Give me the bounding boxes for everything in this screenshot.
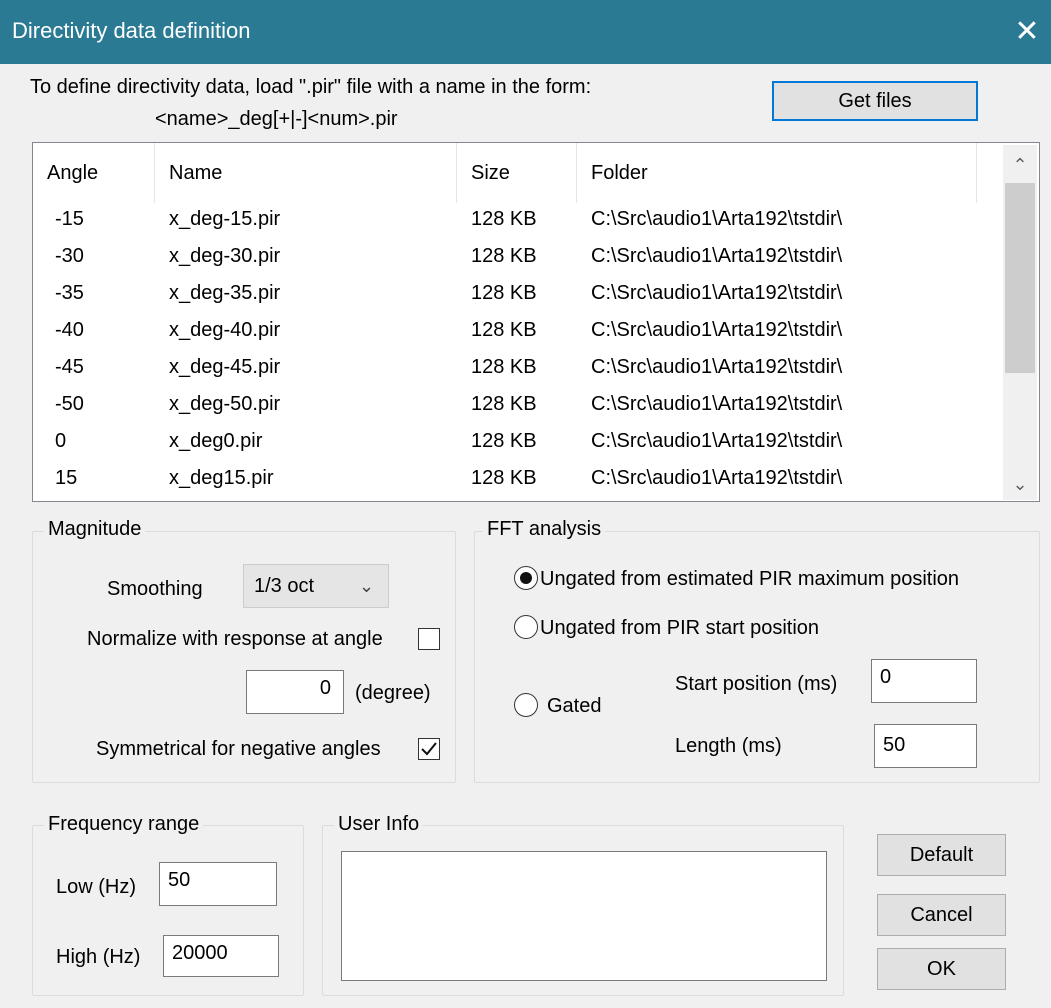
- chevron-down-icon: ⌄: [359, 576, 375, 596]
- cell-size: 128 KB: [471, 393, 537, 415]
- smoothing-label: Smoothing: [107, 578, 203, 600]
- cell-size: 128 KB: [471, 282, 537, 304]
- instructions-line2: <name>_deg[+|-]<num>.pir: [155, 108, 398, 130]
- radio-dot: [520, 572, 532, 584]
- start-position-input[interactable]: 0: [871, 659, 977, 703]
- cell-angle: -30: [55, 245, 84, 267]
- table-row[interactable]: -35 x_deg-35.pir 128 KB C:\Src\audio1\Arta1…: [33, 277, 1003, 310]
- cell-name: x_deg30.pir: [169, 499, 274, 501]
- cell-size: 128 KB: [471, 356, 537, 378]
- normalize-checkbox[interactable]: [418, 628, 440, 650]
- high-hz-label: High (Hz): [56, 946, 141, 968]
- cell-angle: -15: [55, 208, 84, 230]
- radio-ungated-start[interactable]: [514, 615, 538, 639]
- cell-angle: -40: [55, 319, 84, 341]
- column-header-name[interactable]: Name: [155, 143, 457, 203]
- symmetrical-label: Symmetrical for negative angles: [96, 738, 381, 760]
- smoothing-select[interactable]: 1/3 oct ⌄: [243, 564, 389, 608]
- cell-folder: C:\Src\audio1\Arta192\tstdir\: [591, 319, 843, 341]
- cell-name: x_deg-15.pir: [169, 208, 281, 230]
- cell-folder: C:\Src\audio1\Arta192\tstdir\: [591, 356, 843, 378]
- symmetrical-checkbox[interactable]: [418, 738, 440, 760]
- length-input[interactable]: 50: [874, 724, 977, 768]
- checkmark-icon: [421, 742, 437, 756]
- cell-name: x_deg0.pir: [169, 430, 263, 452]
- window-title: Directivity data definition: [12, 18, 251, 43]
- cell-folder: C:\Src\audio1\Arta192\tstdir\: [591, 499, 842, 501]
- radio-gated[interactable]: [514, 693, 538, 717]
- table-row[interactable]: 15 x_deg15.pir 128 KB C:\Src\audio1\Arta192…: [33, 462, 1003, 495]
- degree-label: (degree): [355, 682, 431, 704]
- normalize-label: Normalize with response at angle: [87, 628, 383, 650]
- column-header-size[interactable]: Size: [457, 143, 577, 203]
- user-info-textarea[interactable]: [341, 851, 827, 981]
- cell-name: x_deg-35.pir: [169, 282, 281, 304]
- radio-ungated-max-label[interactable]: Ungated from estimated PIR maximum posit…: [540, 568, 959, 591]
- table-row[interactable]: 30 x_deg30.pir 128 KB C:\Src\audio1\Arta192…: [33, 499, 1003, 501]
- table-row[interactable]: -45 x_deg-45.pir 128 KB C:\Src\audio1\Arta1…: [33, 351, 1003, 384]
- length-label: Length (ms): [675, 735, 782, 757]
- magnitude-group-label: Magnitude: [44, 518, 146, 541]
- cell-folder: C:\Src\audio1\Arta192\tstdir\: [591, 467, 843, 489]
- radio-ungated-start-label[interactable]: Ungated from PIR start position: [540, 617, 819, 640]
- cell-angle: -45: [55, 356, 84, 378]
- cell-folder: C:\Src\audio1\Arta192\tstdir\: [591, 393, 843, 415]
- chevron-up-icon[interactable]: ⌃: [1003, 147, 1037, 183]
- cell-size: 128 KB: [471, 245, 537, 267]
- cell-name: x_deg-45.pir: [169, 356, 281, 378]
- cell-name: x_deg-30.pir: [169, 245, 281, 267]
- cell-name: x_deg-50.pir: [169, 393, 281, 415]
- table-row[interactable]: -15 x_deg-15.pir 128 KB C:\Src\audio1\Arta1…: [33, 203, 1003, 236]
- list-scrollbar[interactable]: ⌃ ⌄: [1003, 145, 1037, 500]
- column-header-folder[interactable]: Folder: [577, 143, 977, 203]
- high-hz-input[interactable]: 20000: [163, 935, 279, 977]
- table-row[interactable]: -30 x_deg-30.pir 128 KB C:\Src\audio1\Arta1…: [33, 240, 1003, 273]
- cell-folder: C:\Src\audio1\Arta192\tstdir\: [591, 430, 843, 452]
- ok-button[interactable]: OK: [877, 948, 1006, 990]
- smoothing-value: 1/3 oct: [254, 575, 315, 597]
- normalize-angle-input[interactable]: 0: [246, 670, 344, 714]
- radio-gated-label[interactable]: Gated: [547, 695, 601, 718]
- cell-angle: -35: [55, 282, 84, 304]
- cell-size: 128 KB: [471, 467, 537, 489]
- chevron-down-icon[interactable]: ⌄: [1003, 466, 1037, 502]
- cell-angle: 0: [55, 430, 67, 452]
- close-icon[interactable]: ✕: [1003, 8, 1051, 56]
- instructions-line1: To define directivity data, load ".pir" …: [30, 76, 592, 98]
- table-row[interactable]: -40 x_deg-40.pir 128 KB C:\Src\audio1\Arta1…: [33, 314, 1003, 347]
- scrollbar-thumb[interactable]: [1005, 183, 1035, 373]
- low-hz-label: Low (Hz): [56, 876, 137, 898]
- table-row[interactable]: -50 x_deg-50.pir 128 KB C:\Src\audio1\Arta1…: [33, 388, 1003, 421]
- cell-name: x_deg15.pir: [169, 467, 274, 489]
- start-position-label: Start position (ms): [675, 673, 838, 695]
- cell-size: 128 KB: [471, 208, 537, 230]
- title-bar: Directivity data definition ✕: [0, 0, 1051, 64]
- frequency-group-label: Frequency range: [44, 813, 204, 836]
- fft-group-label: FFT analysis: [483, 518, 606, 541]
- default-button[interactable]: Default: [877, 834, 1006, 876]
- cell-folder: C:\Src\audio1\Arta192\tstdir\: [591, 245, 843, 267]
- radio-ungated-max[interactable]: [514, 566, 538, 590]
- column-header-angle[interactable]: Angle: [33, 143, 155, 203]
- cell-angle: 15: [55, 467, 78, 489]
- cell-angle: 30: [55, 499, 77, 501]
- get-files-button[interactable]: Get files: [772, 81, 978, 121]
- table-row[interactable]: 0 x_deg0.pir 128 KB C:\Src\audio1\Arta192\t…: [33, 425, 1003, 458]
- file-list[interactable]: Angle Name Size Folder -15 x_deg-15.pir 12…: [32, 142, 1040, 502]
- cell-size: 128 KB: [471, 430, 537, 452]
- cell-size: 128 KB: [471, 499, 537, 501]
- cell-folder: C:\Src\audio1\Arta192\tstdir\: [591, 208, 843, 230]
- cell-name: x_deg-40.pir: [169, 319, 281, 341]
- low-hz-input[interactable]: 50: [159, 862, 277, 906]
- user-info-group-label: User Info: [334, 813, 424, 836]
- cell-size: 128 KB: [471, 319, 537, 341]
- cell-angle: -50: [55, 393, 84, 415]
- cancel-button[interactable]: Cancel: [877, 894, 1006, 936]
- cell-folder: C:\Src\audio1\Arta192\tstdir\: [591, 282, 843, 304]
